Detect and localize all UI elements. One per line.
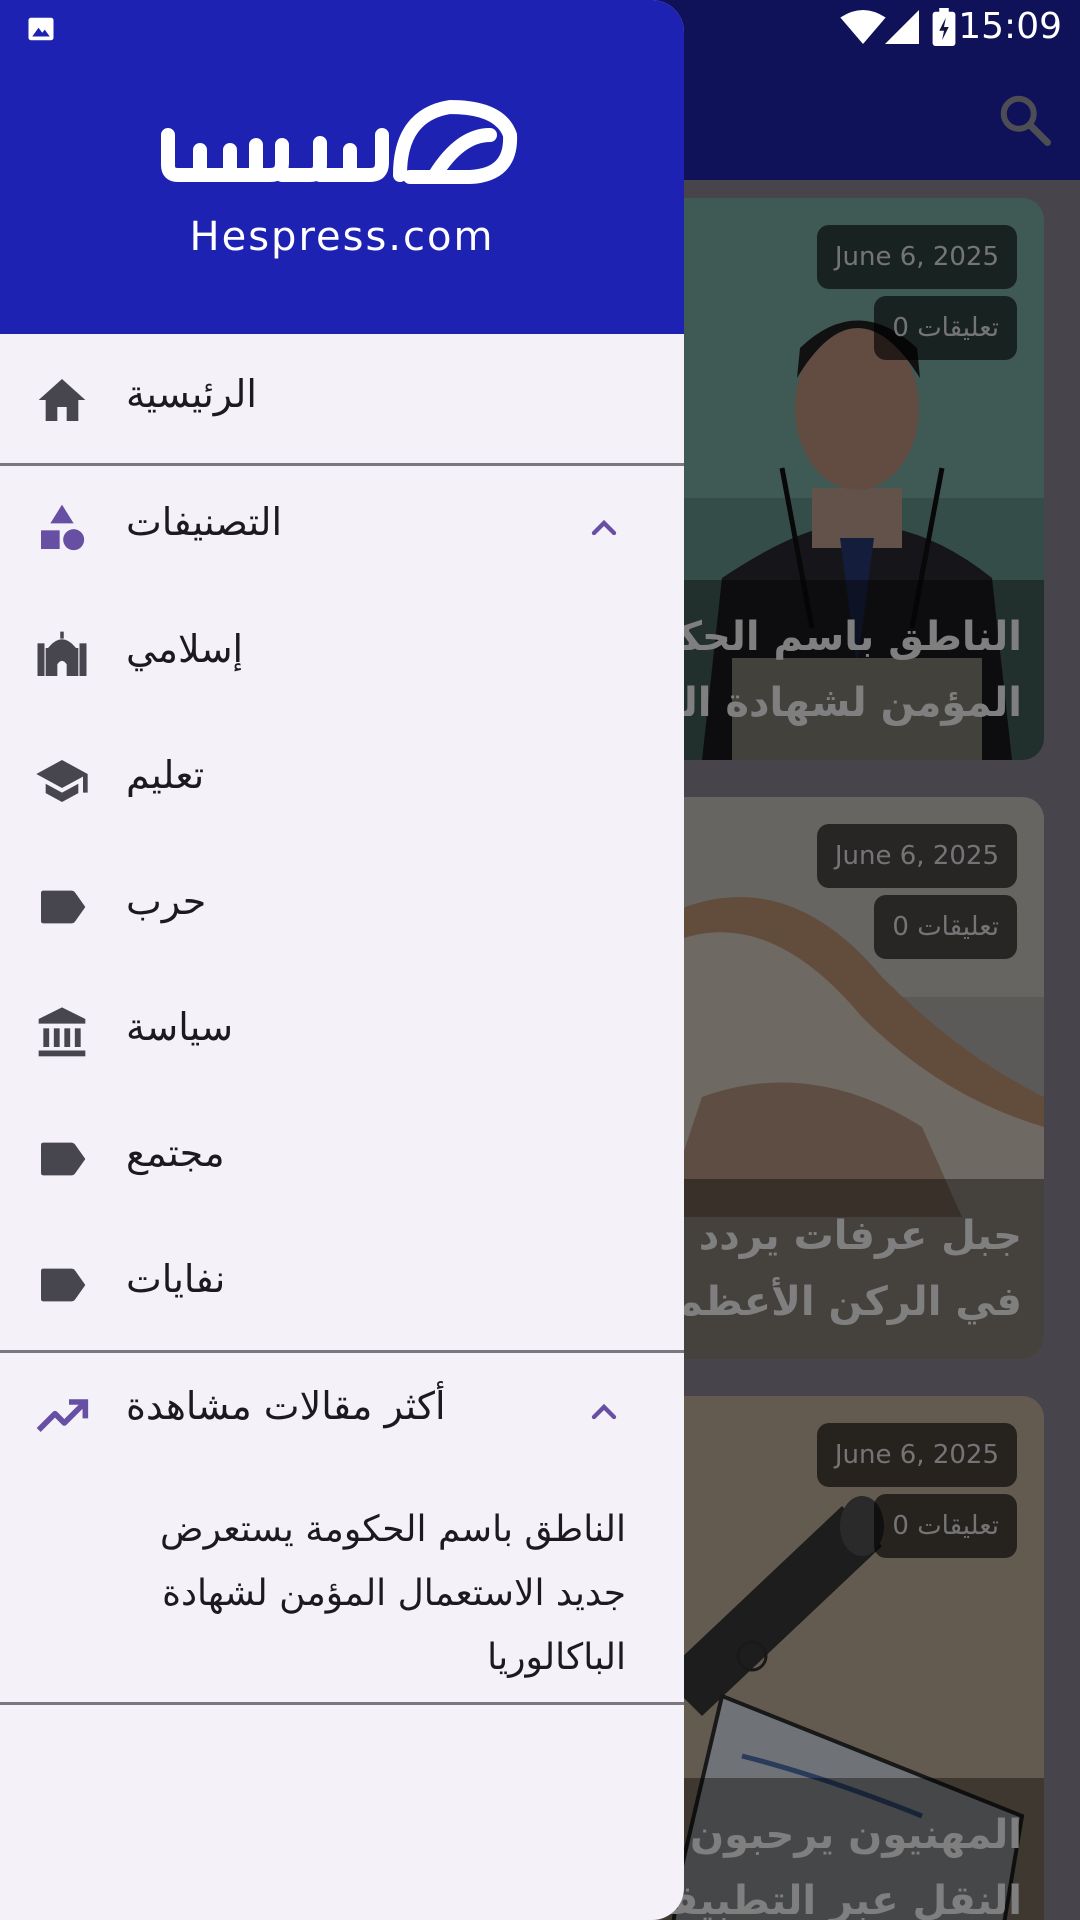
- divider: [0, 1702, 684, 1705]
- status-bar: 15:09: [0, 0, 1080, 56]
- graduation-cap-icon: [36, 760, 88, 802]
- nav-label-category: إسلامي: [126, 627, 244, 671]
- nav-section-categories[interactable]: التصنيفات: [0, 472, 684, 582]
- trending-up-icon: [36, 1399, 89, 1432]
- cellular-signal-icon: [885, 10, 919, 44]
- bank-building-icon: [38, 1007, 86, 1057]
- nav-label-category: سياسة: [126, 1005, 234, 1049]
- nav-section-popular[interactable]: أكثر مقالات مشاهدة: [0, 1358, 684, 1468]
- status-time: 15:09: [958, 6, 1062, 47]
- popular-article-line: جديد الاستعمال المؤمن لشهادة: [162, 1573, 626, 1614]
- popular-article-line: الباكالوريا: [487, 1637, 626, 1678]
- hespress-logo: [161, 100, 518, 184]
- battery-charging-icon: [932, 8, 956, 46]
- nav-item-category-society[interactable]: مجتمع: [0, 1104, 684, 1214]
- nav-label-popular: أكثر مقالات مشاهدة: [126, 1384, 446, 1428]
- divider: [0, 1350, 684, 1353]
- nav-item-home[interactable]: الرئيسية: [0, 345, 684, 455]
- nav-label-category: حرب: [126, 879, 207, 923]
- nav-label-home: الرئيسية: [126, 372, 257, 416]
- divider: [0, 463, 684, 466]
- navigation-drawer: Hespress.com الرئيسية التصنيفات إسلامي ت…: [0, 0, 684, 1920]
- label-tag-icon: [41, 1268, 86, 1302]
- nav-item-category-waste[interactable]: نفايات: [0, 1230, 684, 1340]
- mosque-icon: [37, 631, 87, 676]
- label-tag-icon: [41, 890, 86, 924]
- categories-shapes-icon: [41, 504, 85, 551]
- nav-item-category-war[interactable]: حرب: [0, 852, 684, 962]
- nav-label-category: نفايات: [126, 1257, 226, 1301]
- label-tag-icon: [41, 1142, 86, 1176]
- nav-label-categories: التصنيفات: [126, 500, 283, 544]
- site-name: Hespress.com: [189, 214, 495, 260]
- nav-label-category: مجتمع: [126, 1131, 225, 1175]
- nav-item-category-education[interactable]: تعليم: [0, 726, 684, 836]
- popular-article-link[interactable]: الناطق باسم الحكومة يستعرض جديد الاستعما…: [36, 1498, 626, 1690]
- home-icon: [38, 379, 86, 421]
- nav-item-category-politics[interactable]: سياسة: [0, 978, 684, 1088]
- chevron-up-icon[interactable]: [584, 508, 624, 548]
- chevron-up-icon[interactable]: [584, 1392, 624, 1432]
- nav-item-category-islamic[interactable]: إسلامي: [0, 600, 684, 710]
- wifi-icon: [840, 10, 886, 44]
- nav-label-category: تعليم: [126, 753, 205, 797]
- popular-article-line: الناطق باسم الحكومة يستعرض: [160, 1509, 626, 1550]
